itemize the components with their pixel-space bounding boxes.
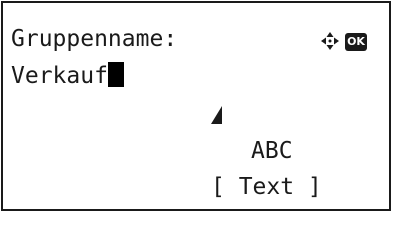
text-softkey[interactable]: [ Text ] <box>211 173 322 201</box>
lcd-panel: Gruppenname: OK Verkauf ABC [ Text ] <box>1 1 391 211</box>
group-name-label: Gruppenname: <box>11 26 178 52</box>
four-way-arrow-icon <box>321 32 339 50</box>
text-cursor <box>107 62 124 87</box>
group-name-input[interactable]: Verkauf <box>11 62 124 90</box>
input-mode-indicator: ABC <box>251 138 293 164</box>
ok-key-icon: OK <box>345 33 367 51</box>
group-name-value: Verkauf <box>11 63 108 89</box>
shift-triangle-icon <box>211 106 222 124</box>
